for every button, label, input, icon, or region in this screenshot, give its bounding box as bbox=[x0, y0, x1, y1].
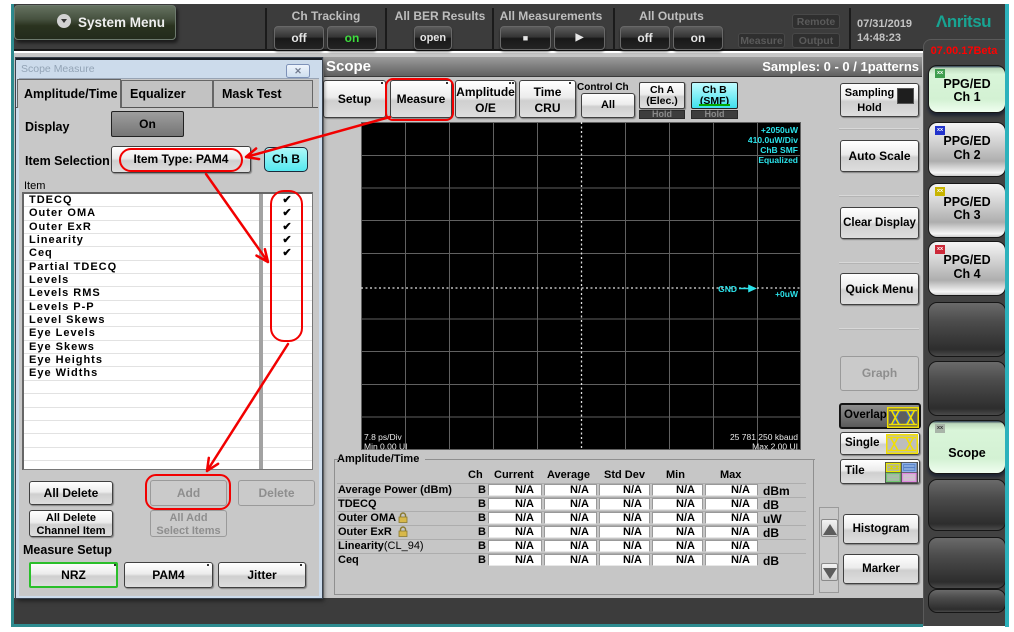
svg-text:410.0uW/Div: 410.0uW/Div bbox=[748, 135, 798, 145]
svg-text:+2050uW: +2050uW bbox=[761, 125, 799, 135]
svg-text:25 781 250 kbaud: 25 781 250 kbaud bbox=[730, 432, 798, 442]
svg-text:ChB SMF: ChB SMF bbox=[760, 145, 798, 155]
svg-text:+0uW: +0uW bbox=[775, 289, 799, 299]
svg-text:GND: GND bbox=[718, 284, 737, 294]
svg-text:Equalized: Equalized bbox=[758, 155, 798, 165]
svg-text:Min 0.00 UI: Min 0.00 UI bbox=[364, 442, 407, 451]
svg-text:7.8 ps/Div: 7.8 ps/Div bbox=[364, 432, 403, 442]
svg-text:Max 2.00 UI: Max 2.00 UI bbox=[752, 442, 798, 451]
